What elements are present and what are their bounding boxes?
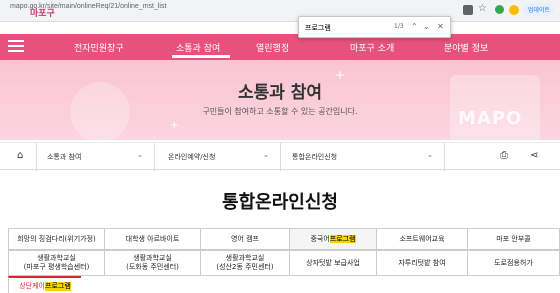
hero-title: 소통과 참여 (237, 83, 323, 103)
chevron-down-icon: ⌄ (137, 151, 143, 159)
star-icon[interactable]: ☆ (478, 3, 490, 16)
category-chinese-program[interactable]: 중국어 프로그램 (289, 228, 376, 250)
category-english-camp[interactable]: 영어 캠프 (200, 228, 289, 250)
update-button[interactable]: 업데이트 (523, 3, 554, 16)
search-highlight: 프로그램 (45, 282, 71, 291)
main-nav: 전자민원창구 소통과 참여 열린행정 마포구 소개 분야별 정보 (0, 34, 560, 60)
chevron-down-icon: ⌄ (427, 151, 433, 159)
category-spare-garden[interactable]: 자투리텃밭 참여 (376, 250, 467, 276)
breadcrumb-level2-label: 온라인예약/신청 (168, 153, 216, 161)
breadcrumb: ⌂ 소통과 참여 ⌄ 온라인예약/신청 ⌄ 통합온라인신청 ⌄ ⎙ ⋖ (0, 142, 560, 171)
translate-icon[interactable] (462, 4, 473, 15)
category-road-permit[interactable]: 도로점용허가 (467, 250, 560, 276)
plus-decoration: + (170, 120, 179, 131)
nav-active-indicator (172, 55, 230, 58)
find-match-count: 1/3 (394, 23, 404, 30)
search-highlight: 프로그램 (329, 234, 356, 244)
category-chinese-label: 중국어 (310, 234, 330, 243)
breadcrumb-level2[interactable]: 온라인예약/신청 ⌄ (155, 143, 281, 171)
browser-toolbar: mapo.go.kr/site/main/onlineReq/21/online… (0, 0, 560, 22)
hero-banner: MAPO + + 소통과 참여 구민들이 참여하고 소통할 수 있는 공간입니다… (0, 60, 560, 140)
chevron-down-icon: ⌄ (263, 151, 269, 159)
category-crisis-family[interactable]: 희망의 징검다리(위기가정) (8, 228, 104, 250)
home-icon: ⌂ (17, 150, 24, 161)
breadcrumb-level1-label: 소통과 참여 (47, 153, 82, 161)
nav-item-participation[interactable]: 소통과 참여 (176, 41, 220, 54)
category-science-seongsan[interactable]: 생활과학교실 (성산2동 주민센터) (200, 250, 289, 276)
breadcrumb-level3-label: 통합온라인신청 (292, 153, 338, 161)
find-prev-icon[interactable]: ⌃ (411, 22, 418, 31)
site-logo[interactable]: 마포구 (30, 6, 55, 19)
extension-icon[interactable] (494, 5, 504, 14)
breadcrumb-level3[interactable]: 통합온라인신청 ⌄ (281, 143, 445, 171)
breadcrumb-level1[interactable]: 소통과 참여 ⌄ (37, 143, 155, 171)
category-student-job[interactable]: 대학생 아르바이트 (104, 228, 200, 250)
category-more[interactable]: 상단케이 프로그램 (8, 276, 81, 293)
category-mapo-call[interactable]: 마포 안부콜 (467, 228, 560, 250)
hero-subtitle: 구민들이 참여하고 소통할 수 있는 공간입니다. (202, 107, 358, 116)
category-box-garden[interactable]: 상자텃밭 보급사업 (289, 250, 376, 276)
share-icon[interactable]: ⋖ (530, 150, 538, 161)
category-row: 희망의 징검다리(위기가정) 대학생 아르바이트 영어 캠프 중국어 프로그램 … (8, 228, 560, 250)
category-science-dohwa[interactable]: 생활과학교실 (도화동 주민센터) (104, 250, 200, 276)
menu-icon[interactable] (8, 40, 24, 53)
nav-item-admin[interactable]: 열린행정 (256, 41, 289, 54)
find-close-icon[interactable]: ✕ (437, 22, 444, 31)
category-row: 상단케이 프로그램 (8, 276, 560, 293)
nav-item-civil[interactable]: 전자민원창구 (74, 41, 124, 54)
print-icon[interactable]: ⎙ (500, 150, 508, 161)
nav-item-about[interactable]: 마포구 소개 (350, 41, 394, 54)
find-input[interactable] (305, 21, 385, 35)
find-next-icon[interactable]: ⌄ (423, 22, 430, 31)
profile-icon[interactable] (508, 4, 519, 15)
breadcrumb-home[interactable]: ⌂ (0, 143, 37, 171)
category-science-mapo[interactable]: 생활과학교실 (마포구 평생학습센터) (8, 250, 104, 276)
page-title: 통합온라인신청 (222, 192, 338, 213)
browser-actions: ☆ 업데이트 (462, 3, 554, 16)
category-row: 생활과학교실 (마포구 평생학습센터) 생활과학교실 (도화동 주민센터) 생활… (8, 250, 560, 276)
nav-item-info[interactable]: 분야별 정보 (444, 41, 488, 54)
find-in-page-bar: 1/3 ⌃ ⌄ ✕ (298, 16, 451, 38)
category-more-label: 상단케이 (19, 282, 45, 291)
category-software-edu[interactable]: 소프트웨어교육 (376, 228, 467, 250)
